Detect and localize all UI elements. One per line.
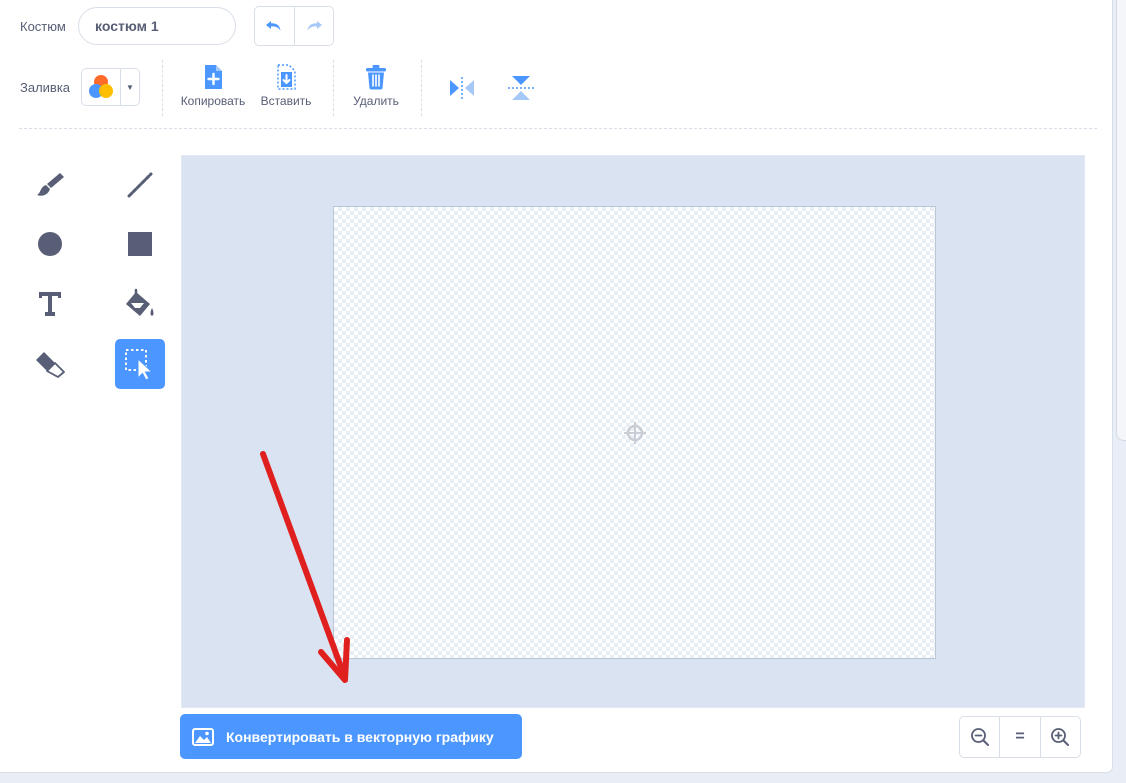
color-mix-icon xyxy=(89,75,113,98)
paint-bucket-icon xyxy=(126,288,154,316)
eraser-tool[interactable] xyxy=(25,339,75,389)
costume-name-input[interactable] xyxy=(78,7,236,45)
circle-icon xyxy=(38,232,62,256)
costume-label: Костюм xyxy=(20,19,66,34)
trash-icon xyxy=(366,65,386,90)
eraser-icon xyxy=(36,352,65,378)
fill-label: Заливка xyxy=(20,80,71,95)
zoom-in-icon xyxy=(1051,728,1070,746)
flip-horizontal-button[interactable] xyxy=(448,76,476,100)
fill-tool[interactable] xyxy=(115,279,165,329)
toolbar-divider xyxy=(162,60,163,116)
delete-label: Удалить xyxy=(353,94,399,108)
zoom-out-icon xyxy=(970,728,989,746)
zoom-controls: = xyxy=(959,716,1081,758)
rectangle-tool[interactable] xyxy=(115,219,165,269)
select-icon xyxy=(125,349,154,381)
paste-icon xyxy=(277,64,296,90)
paste-button[interactable]: Вставить xyxy=(258,64,314,108)
undo-icon xyxy=(266,21,281,31)
artboard[interactable] xyxy=(333,206,936,659)
brush-icon xyxy=(37,173,64,196)
toolbar-divider xyxy=(333,60,334,116)
delete-button[interactable]: Удалить xyxy=(350,64,402,108)
crosshair-icon xyxy=(624,422,646,444)
fill-color-picker[interactable]: ▼ xyxy=(81,68,140,106)
circle-tool[interactable] xyxy=(25,219,75,269)
toolbar-bottom-divider xyxy=(19,128,1097,129)
undo-button[interactable] xyxy=(255,7,294,45)
side-panel-edge xyxy=(1116,0,1126,441)
convert-label: Конвертировать в векторную графику xyxy=(226,728,494,745)
line-icon xyxy=(127,172,153,198)
text-tool[interactable] xyxy=(25,279,75,329)
toolbar-divider xyxy=(421,60,422,116)
fill-swatch xyxy=(82,69,120,105)
undo-redo-group xyxy=(254,6,334,46)
paste-label: Вставить xyxy=(260,94,312,108)
flip-vertical-button[interactable] xyxy=(507,74,535,102)
flip-vertical-icon xyxy=(508,76,534,100)
zoom-out-button[interactable] xyxy=(960,717,999,757)
paint-editor-panel: Костюм Заливка ▼ xyxy=(0,0,1113,773)
brush-tool[interactable] xyxy=(25,160,75,210)
text-icon xyxy=(39,292,61,316)
redo-button[interactable] xyxy=(293,7,334,45)
paint-canvas-area[interactable] xyxy=(181,155,1085,708)
convert-to-vector-button[interactable]: Конвертировать в векторную графику xyxy=(180,714,522,759)
zoom-in-button[interactable] xyxy=(1039,717,1080,757)
line-tool[interactable] xyxy=(115,160,165,210)
select-tool[interactable] xyxy=(115,339,165,389)
flip-horizontal-icon xyxy=(450,77,474,99)
chevron-down-icon: ▼ xyxy=(120,69,139,105)
copy-icon xyxy=(205,65,222,89)
rectangle-icon xyxy=(128,232,152,256)
copy-label: Копировать xyxy=(180,94,246,108)
zoom-reset-button[interactable]: = xyxy=(999,717,1039,757)
copy-button[interactable]: Копировать xyxy=(179,64,247,108)
redo-icon xyxy=(307,21,322,31)
image-icon xyxy=(192,727,214,746)
